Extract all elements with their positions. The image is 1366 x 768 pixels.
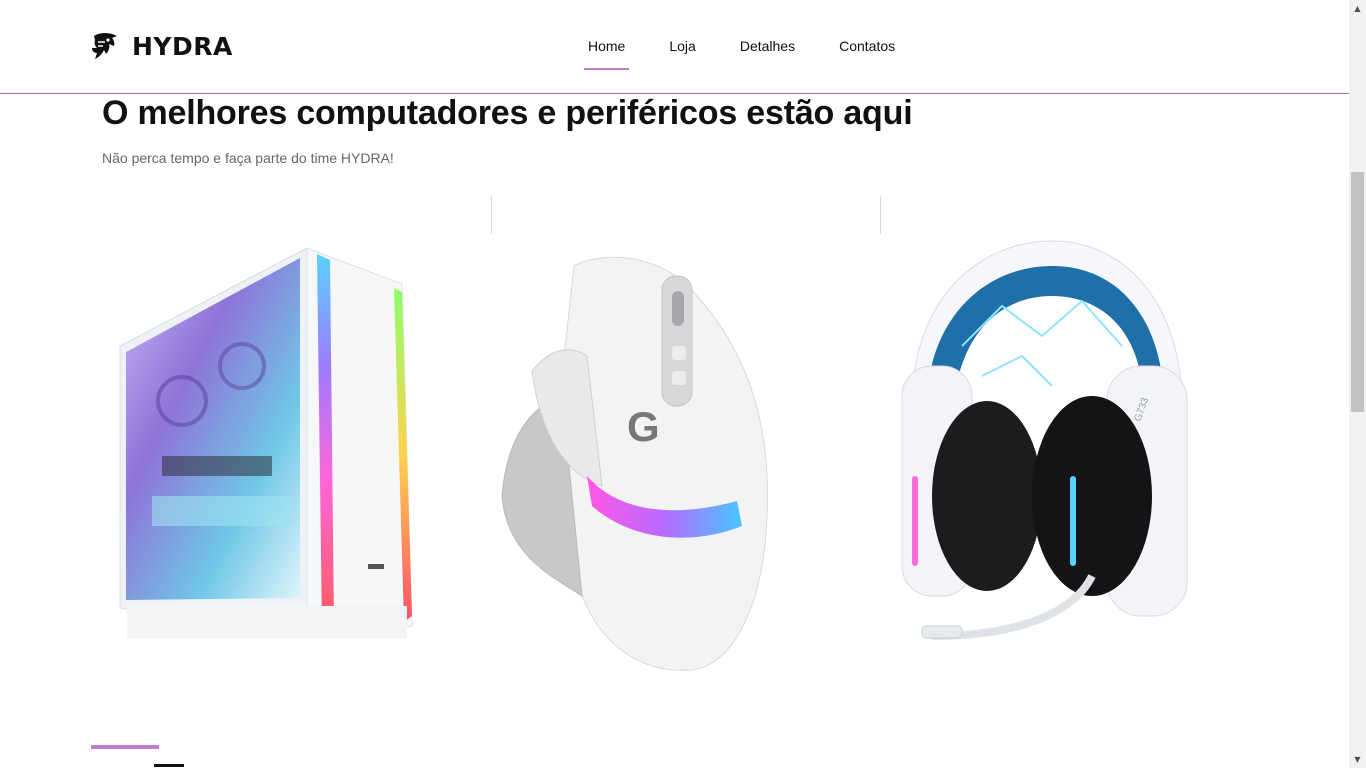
hero-title: O melhores computadores e periféricos es… — [102, 94, 913, 132]
nav-item-loja[interactable]: Loja — [665, 28, 699, 70]
dragon-logo-icon — [92, 33, 117, 59]
nav-item-home[interactable]: Home — [584, 28, 630, 70]
pc-case-image[interactable] — [112, 196, 432, 686]
main-nav: Home Loja Detalhes Contatos — [584, 28, 935, 70]
site-header: HYDRA Home Loja Detalhes Contatos — [0, 0, 1349, 94]
chevron-down-icon[interactable]: ▼ — [1349, 751, 1366, 768]
brand[interactable]: HYDRA — [90, 30, 233, 62]
nav-item-contatos[interactable]: Contatos — [835, 28, 899, 70]
chevron-up-icon[interactable]: ▲ — [1349, 0, 1366, 17]
section-heading-partial — [120, 760, 190, 768]
gallery-divider — [880, 196, 881, 234]
brand-name: HYDRA — [132, 31, 233, 61]
mouse-logo-mark: G — [627, 403, 660, 450]
section-accent-bar — [91, 745, 159, 749]
headset-image[interactable]: G733 — [892, 196, 1192, 686]
scrollbar-thumb[interactable] — [1351, 172, 1364, 412]
hero-subtitle: Não perca tempo e faça parte do time HYD… — [102, 150, 394, 166]
mouse-image[interactable]: G — [492, 196, 782, 686]
nav-item-detalhes[interactable]: Detalhes — [736, 28, 799, 70]
product-gallery: G G733 — [102, 196, 1270, 686]
page-scrollbar[interactable]: ▲ ▼ — [1349, 0, 1366, 768]
